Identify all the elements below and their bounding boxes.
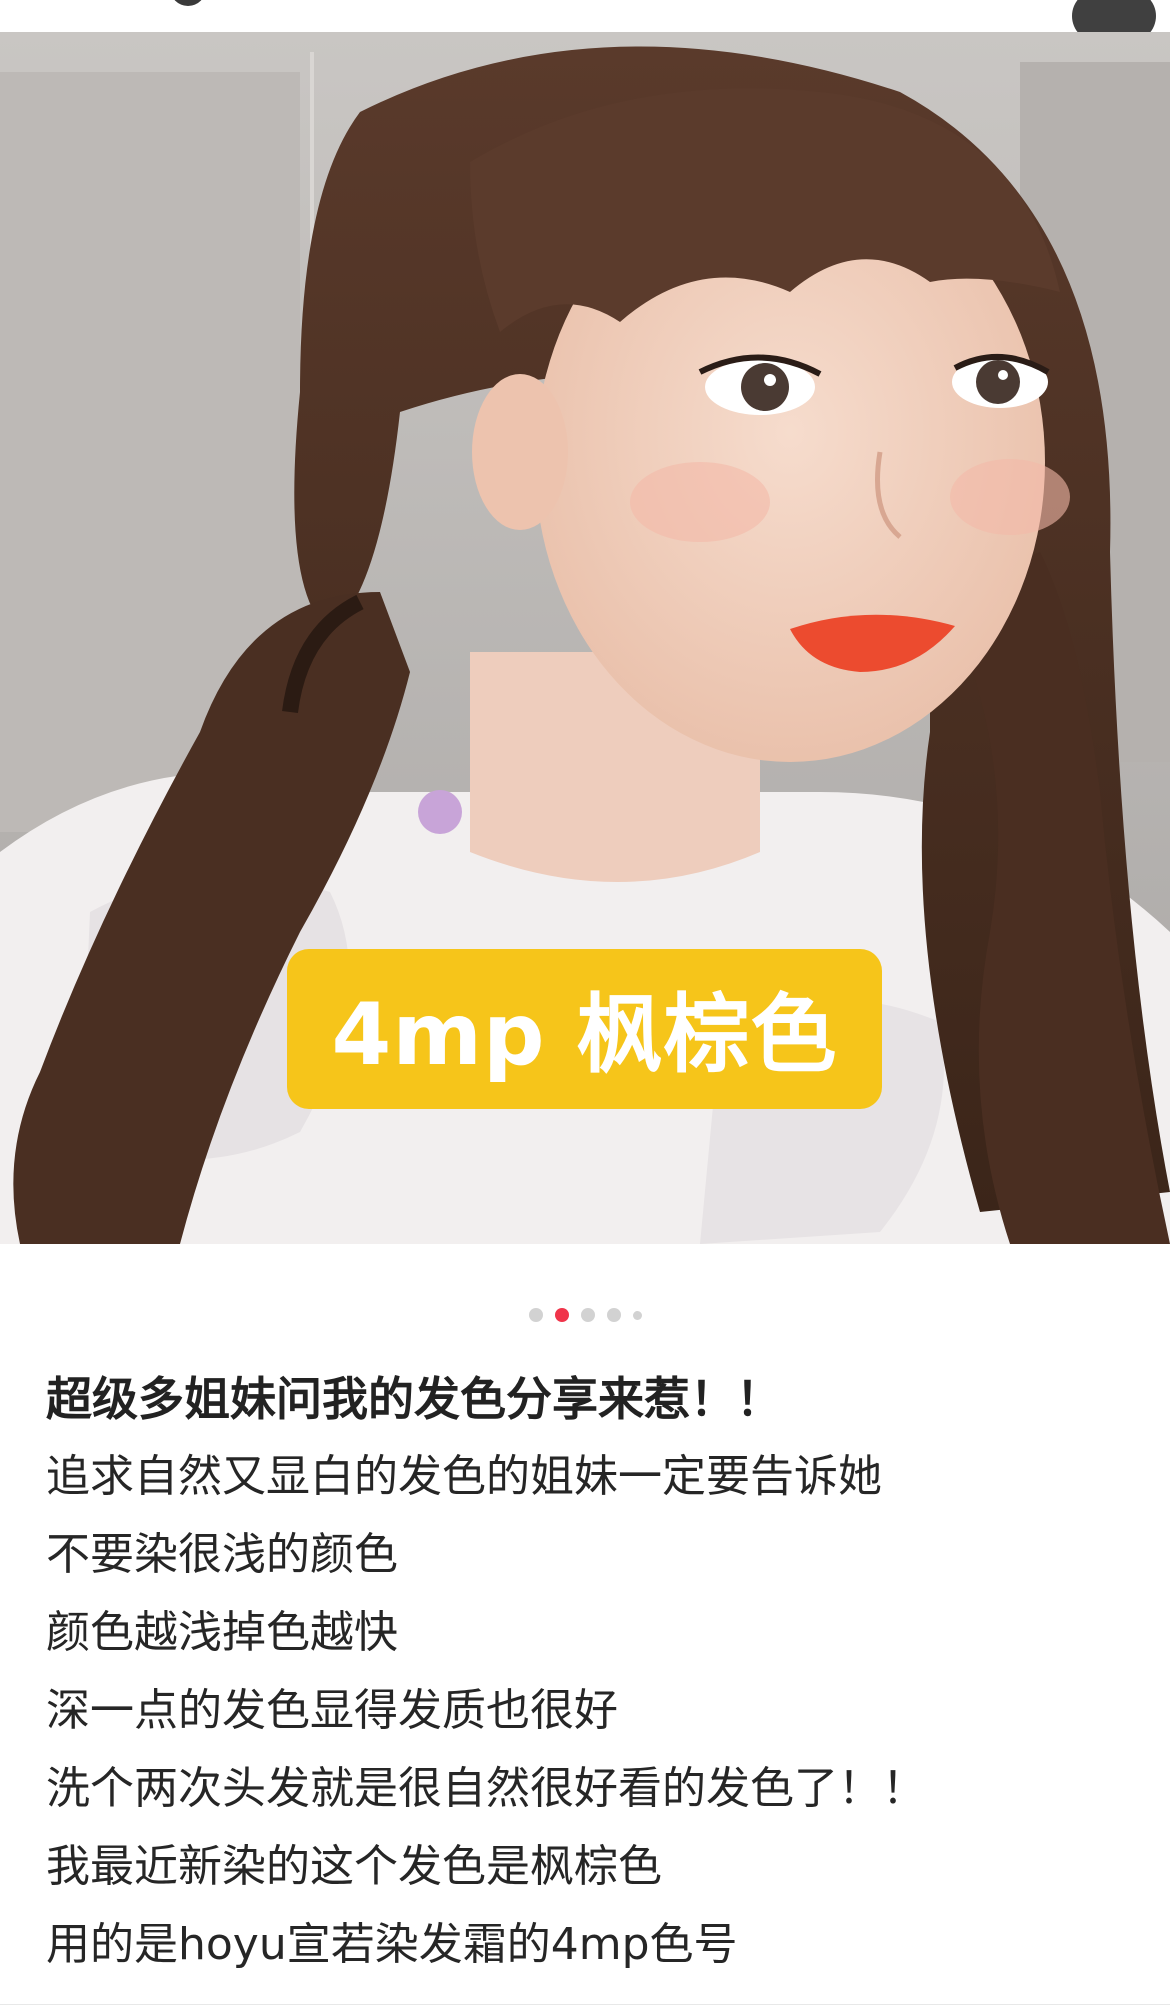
post-image[interactable]: 4mp 枫棕色 (0, 32, 1170, 1244)
top-bar (0, 0, 1170, 42)
post-line: 追求自然又显白的发色的姐妹一定要告诉她 (46, 1451, 882, 1502)
carousel-dot[interactable] (606, 1308, 621, 1322)
carousel-dot[interactable] (528, 1308, 543, 1322)
post-line: 颜色越浅掉色越快 (46, 1607, 398, 1658)
post-title: 超级多姐妹问我的发色分享来惹！！ (46, 1372, 782, 1426)
avatar[interactable] (170, 0, 206, 6)
carousel-dot[interactable] (580, 1308, 595, 1322)
post-line: 洗个两次头发就是很自然很好看的发色了！！ (46, 1763, 926, 1814)
carousel-dot[interactable] (632, 1310, 642, 1320)
carousel-indicator (0, 1304, 1170, 1326)
color-name-label: 4mp 枫棕色 (287, 949, 882, 1109)
divider (0, 2004, 1170, 2005)
post-body: 超级多姐妹问我的发色分享来惹！！ 追求自然又显白的发色的姐妹一定要告诉她 不要染… (46, 1360, 1136, 1984)
post-line: 不要染很浅的颜色 (46, 1529, 398, 1580)
post-line: 深一点的发色显得发质也很好 (46, 1685, 618, 1736)
post-line: 用的是hoyu宣若染发霜的4mp色号 (46, 1919, 738, 1970)
carousel-dot-active[interactable] (554, 1308, 569, 1322)
post-line: 我最近新染的这个发色是枫棕色 (46, 1841, 662, 1892)
